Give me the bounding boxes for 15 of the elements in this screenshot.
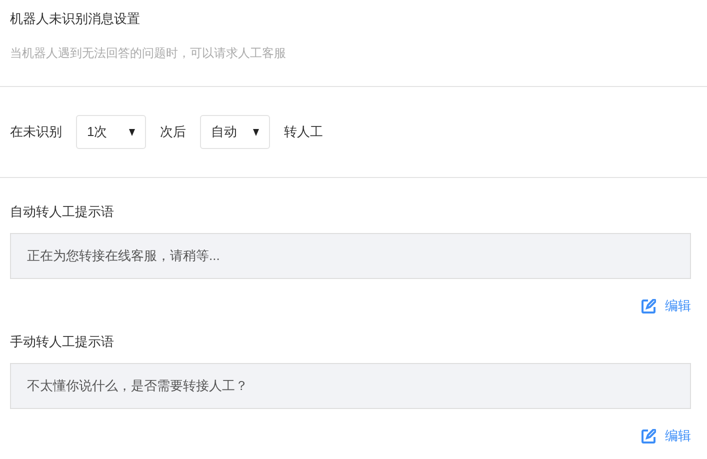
prompt-message-field: 不太懂你说什么，是否需要转接人工？ xyxy=(10,363,691,409)
caret-icon xyxy=(253,128,259,136)
caret-icon xyxy=(129,128,135,136)
section-title: 机器人未识别消息设置 xyxy=(10,10,141,28)
dropdown-select[interactable]: 自动 xyxy=(200,115,270,149)
section-description: 当机器人遇到无法回答的问题时，可以请求人工客服 xyxy=(10,45,287,62)
prompt-label: 手动转人工提示语 xyxy=(10,333,115,351)
edit-icon xyxy=(641,428,656,444)
prompt-message-field: 正在为您转接在线客服，请稍等... xyxy=(10,233,691,279)
dropdown-select[interactable]: 1次 xyxy=(76,115,146,149)
edit-icon xyxy=(641,298,656,314)
rule-label: 次后 xyxy=(160,123,186,141)
prompt-label: 自动转人工提示语 xyxy=(10,203,115,221)
rule-label: 在未识别 xyxy=(10,123,62,141)
rule-label: 转人工 xyxy=(284,123,323,141)
